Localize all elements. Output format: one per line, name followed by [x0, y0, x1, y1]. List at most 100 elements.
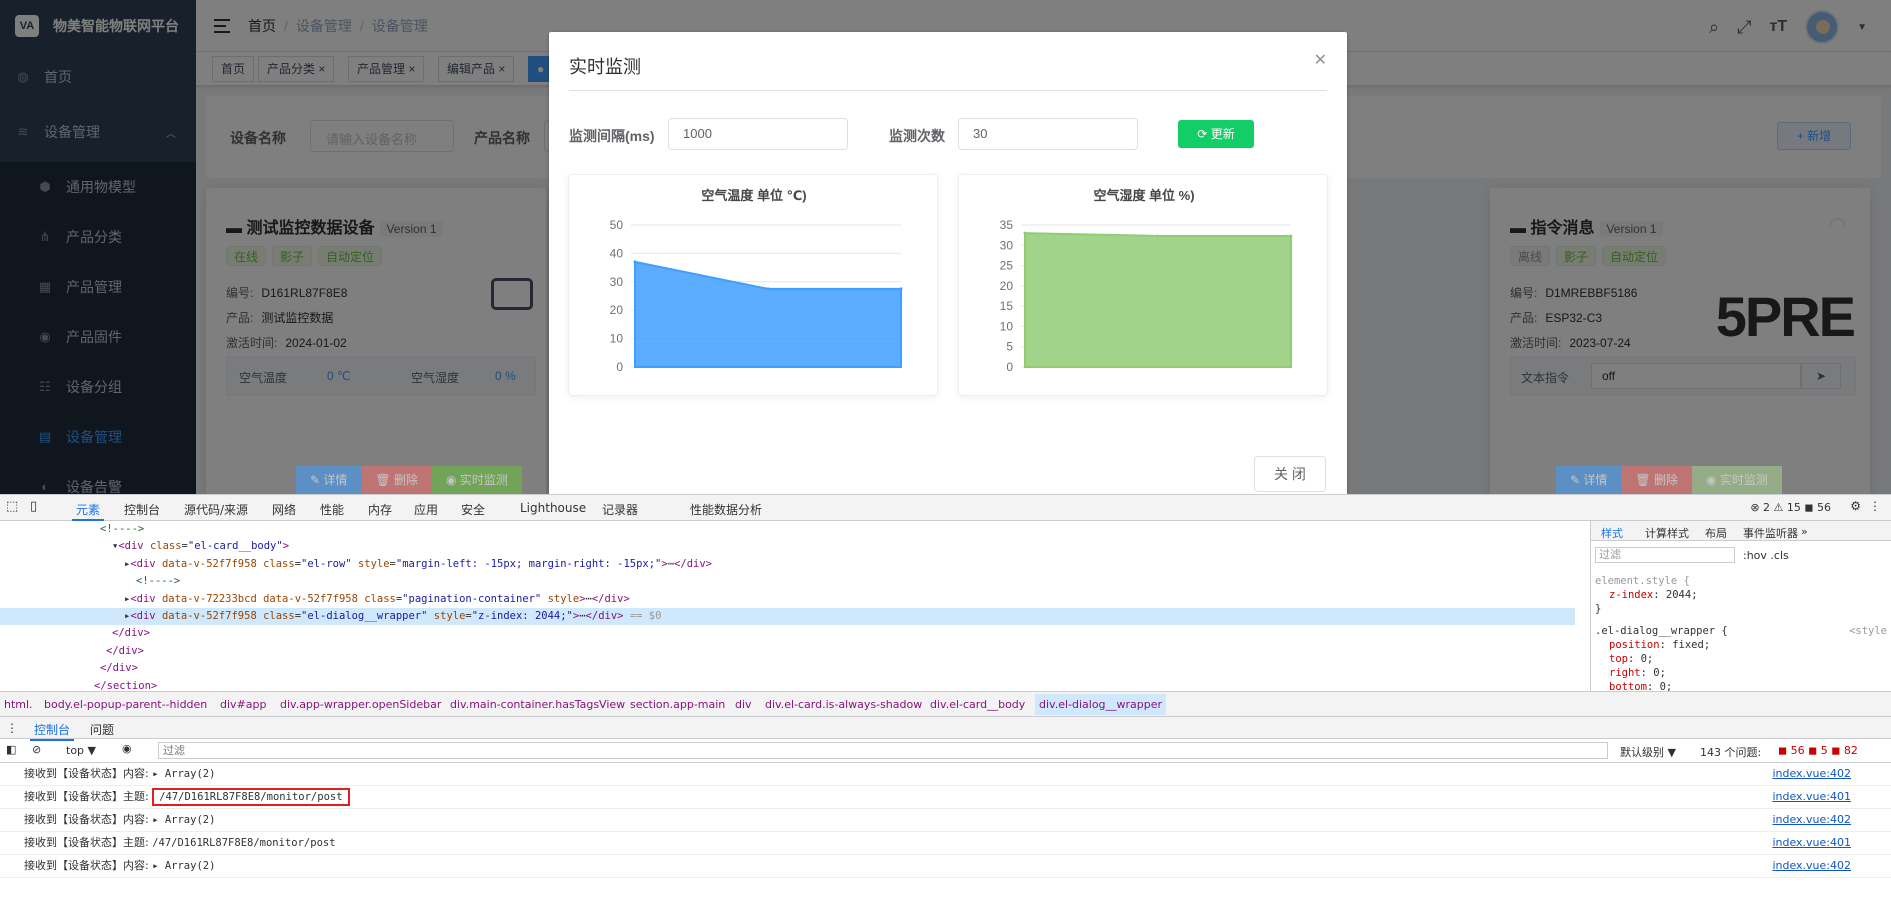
console-message-text: 接收到【设备状态】内容: ▸ Array(2): [24, 767, 216, 780]
dom-node[interactable]: ▸<div data-v-52f7f958 class="el-row" sty…: [124, 556, 712, 573]
data-point: [633, 260, 637, 264]
devtools-tab[interactable]: 安全: [461, 501, 485, 518]
monitor-button[interactable]: ◉ 实时监测: [432, 466, 522, 494]
sidebar-toggle-icon[interactable]: ◧: [6, 743, 16, 756]
dom-breadcrumb-item[interactable]: div.app-wrapper.openSidebar: [280, 698, 441, 711]
dom-node[interactable]: <!---->: [136, 573, 180, 590]
devtools-tab[interactable]: 内存: [368, 501, 392, 518]
console-message-text: 接收到【设备状态】主题: /47/D161RL87F8E8/monitor/po…: [24, 836, 336, 849]
dom-node[interactable]: <!---->: [100, 521, 144, 538]
dom-breadcrumb-item[interactable]: html.: [4, 698, 33, 711]
dom-breadcrumb-item[interactable]: div.main-container.hasTagsView: [450, 698, 625, 711]
log-level-select[interactable]: 默认级别 ▼: [1620, 744, 1676, 760]
dom-node[interactable]: ▸<div data-v-72233bcd data-v-52f7f958 cl…: [124, 591, 630, 608]
y-tick-label: 40: [610, 246, 624, 260]
source-link[interactable]: index.vue:402: [1772, 855, 1851, 877]
console-value[interactable]: ▸ Array(2): [152, 814, 215, 826]
monitor-button[interactable]: ◉ 实时监测: [1692, 466, 1782, 494]
dom-node[interactable]: </div>: [112, 625, 150, 642]
styles-tab[interactable]: 事件监听器: [1743, 525, 1798, 541]
interval-input[interactable]: 1000: [668, 118, 848, 150]
series-area: [634, 260, 902, 368]
console-message: 接收到【设备状态】内容: ▸ Array(2) index.vue:402: [0, 763, 1891, 786]
devtools-tab[interactable]: 性能: [320, 501, 344, 518]
styles-filter-input[interactable]: 过滤: [1595, 547, 1735, 563]
devtools-tab[interactable]: 应用: [414, 501, 438, 518]
card-actions: ✎ 详情 🗑 删除 ◉ 实时监测: [1556, 466, 1782, 494]
elements-tree: <!----> ▾<div class="el-card__body"> ▸<div…: [0, 521, 1575, 691]
devtools-tab[interactable]: 控制台: [124, 501, 160, 518]
delete-button[interactable]: 🗑 删除: [1621, 466, 1692, 494]
highlighted-topic[interactable]: /47/D161RL87F8E8/monitor/post: [152, 788, 350, 806]
refresh-button[interactable]: ⟳ 更新: [1178, 120, 1254, 148]
eye-icon[interactable]: ◉: [122, 742, 132, 755]
console-filter-input[interactable]: 过滤: [158, 742, 1608, 759]
console-value[interactable]: ▸ Array(2): [152, 768, 215, 780]
drawer-menu-icon[interactable]: ⋮: [6, 721, 18, 735]
dom-breadcrumb-item[interactable]: div.el-dialog__wrapper: [1035, 694, 1167, 715]
error-warning-counts[interactable]: ⊗ 2 ⚠ 15 ◼ 56: [1750, 501, 1831, 514]
source-link[interactable]: index.vue:401: [1772, 832, 1851, 854]
styles-tabs: 样式 计算样式 布局 事件监听器»: [1591, 521, 1891, 541]
clear-console-icon[interactable]: ⊘: [32, 743, 41, 756]
y-tick-label: 10: [1000, 319, 1014, 333]
console-drawer-tabs: ⋮ 控制台 问题: [0, 717, 1891, 741]
styles-tab[interactable]: 样式: [1601, 525, 1623, 541]
dom-breadcrumb-item[interactable]: body.el-popup-parent--hidden: [44, 698, 207, 711]
dom-node[interactable]: ▸<div data-v-52f7f958 class="el-dialog__…: [124, 608, 661, 625]
close-icon[interactable]: ✕: [1314, 50, 1327, 70]
issues-count[interactable]: 143 个问题:: [1700, 744, 1761, 760]
dom-breadcrumb-item[interactable]: div: [735, 698, 752, 711]
temperature-chart: 空气温度 单位 ℃) 0 10 20 30 40 50: [568, 174, 938, 396]
console-value[interactable]: ▸ Array(2): [152, 860, 215, 872]
styles-tab[interactable]: 计算样式: [1645, 525, 1689, 541]
devtools-tab[interactable]: 源代码/来源: [184, 501, 248, 518]
data-point: [1023, 231, 1027, 235]
styles-tab[interactable]: 布局: [1705, 525, 1727, 541]
dom-node[interactable]: ▾<div class="el-card__body">: [112, 538, 289, 555]
y-tick-label: 30: [610, 275, 624, 289]
detail-button[interactable]: ✎ 详情: [1556, 466, 1622, 494]
context-select[interactable]: top ▼: [66, 744, 96, 757]
settings-icon[interactable]: ⚙: [1850, 499, 1861, 513]
dom-breadcrumb-item[interactable]: section.app-main: [630, 698, 725, 711]
styles-tab[interactable]: »: [1801, 525, 1808, 538]
devtools-tab[interactable]: 性能数据分析: [690, 501, 762, 518]
count-input[interactable]: 30: [958, 118, 1138, 150]
devtools-tab[interactable]: 网络: [272, 501, 296, 518]
styles-pane: 样式 计算样式 布局 事件监听器» 过滤 :hov .cls element.styl…: [1590, 521, 1891, 693]
data-point: [1156, 234, 1160, 238]
dom-node[interactable]: </section>: [94, 678, 157, 691]
data-point: [899, 287, 903, 291]
close-button[interactable]: 关 闭: [1254, 456, 1326, 492]
devtools-tab[interactable]: 元素: [71, 501, 105, 521]
y-tick-label: 20: [610, 303, 624, 317]
delete-button[interactable]: 🗑 删除: [361, 466, 432, 494]
tab-issues[interactable]: 问题: [90, 721, 114, 738]
dom-node[interactable]: </div>: [100, 660, 138, 677]
console-value[interactable]: /47/D161RL87F8E8/monitor/post: [152, 837, 335, 849]
detail-button[interactable]: ✎ 详情: [296, 466, 362, 494]
dom-breadcrumb-item[interactable]: div.el-card.is-always-shadow: [765, 698, 922, 711]
device-toggle-icon[interactable]: ▯: [30, 499, 37, 514]
y-tick-label: 5: [1006, 340, 1013, 354]
inspect-icon[interactable]: ⬚: [6, 499, 18, 514]
y-tick-label: 0: [616, 360, 623, 374]
console-message-text: 接收到【设备状态】内容: ▸ Array(2): [24, 859, 216, 872]
hov-cls-toggle[interactable]: :hov .cls: [1743, 549, 1789, 562]
console-message-text: 接收到【设备状态】内容: ▸ Array(2): [24, 813, 216, 826]
source-link[interactable]: index.vue:401: [1772, 786, 1851, 808]
dom-breadcrumb-item[interactable]: div.el-card__body: [930, 698, 1025, 711]
y-tick-label: 0: [1006, 360, 1013, 374]
devtools-tab[interactable]: Lighthouse: [520, 501, 586, 515]
devtools-tab[interactable]: 记录器: [602, 501, 638, 518]
more-icon[interactable]: ⋮: [1869, 499, 1881, 513]
dom-breadcrumb-item[interactable]: div#app: [220, 698, 266, 711]
chart-title: 空气温度 单位 ℃): [701, 188, 806, 203]
monitor-dialog: 实时监测 ✕ 监测间隔(ms) 1000 监测次数 30 ⟳ 更新 空气温度 单…: [549, 32, 1347, 494]
source-link[interactable]: index.vue:402: [1772, 763, 1851, 785]
tab-console[interactable]: 控制台: [29, 721, 75, 741]
devtools-panel: ⬚ ▯ ⊗ 2 ⚠ 15 ◼ 56 ⚙ ⋮ 元素 控制台 源代码/来源 网络 性能 内存应…: [0, 494, 1891, 909]
source-link[interactable]: index.vue:402: [1772, 809, 1851, 831]
dom-node[interactable]: </div>: [106, 643, 144, 660]
